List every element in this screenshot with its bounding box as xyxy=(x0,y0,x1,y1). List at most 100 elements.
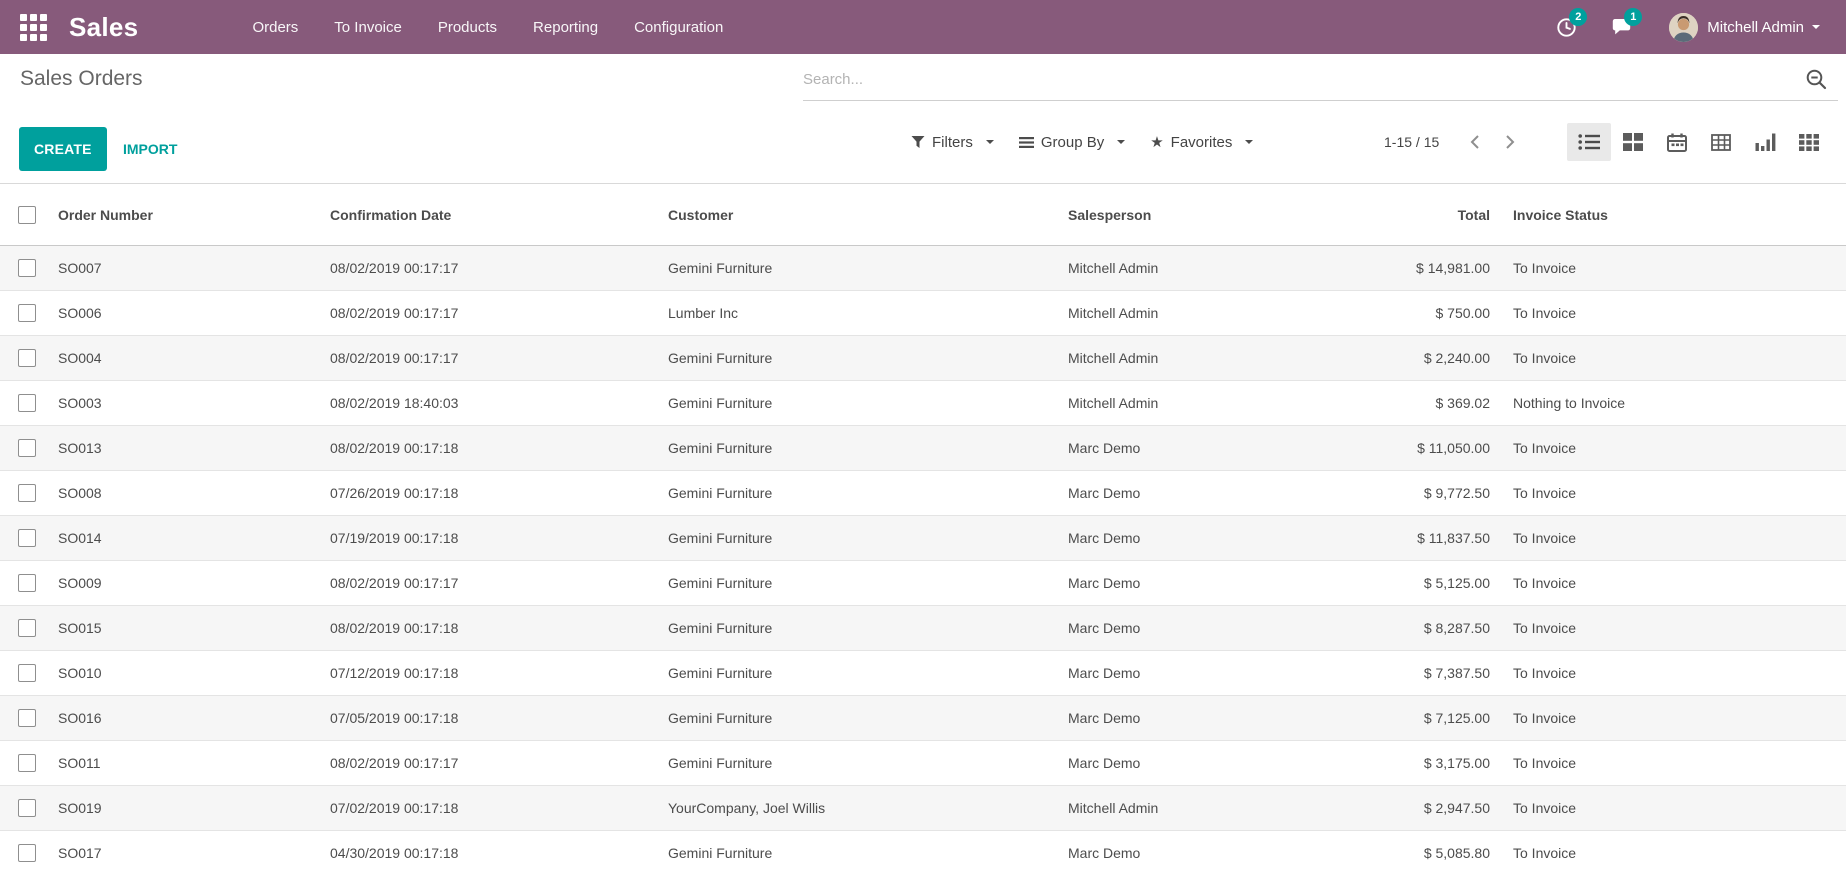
row-checkbox[interactable] xyxy=(18,754,36,772)
view-switch-activity[interactable] xyxy=(1787,123,1831,161)
table-row[interactable]: SO019 07/02/2019 00:17:18 YourCompany, J… xyxy=(0,786,1846,831)
search-options: Filters Group By ★ Favorites xyxy=(905,101,1259,183)
group-by-dropdown[interactable]: Group By xyxy=(1013,130,1131,155)
group-by-label: Group By xyxy=(1041,134,1104,151)
nav-item-configuration[interactable]: Configuration xyxy=(634,19,723,36)
cell-customer: Gemini Furniture xyxy=(650,336,1050,381)
activities-button[interactable]: 2 xyxy=(1556,17,1577,38)
table-row[interactable]: SO008 07/26/2019 00:17:18 Gemini Furnitu… xyxy=(0,471,1846,516)
table-row[interactable]: SO017 04/30/2019 00:17:18 Gemini Furnitu… xyxy=(0,831,1846,875)
view-switch-list[interactable] xyxy=(1567,123,1611,161)
row-checkbox[interactable] xyxy=(18,394,36,412)
cell-customer: Gemini Furniture xyxy=(650,381,1050,426)
user-menu[interactable]: Mitchell Admin xyxy=(1669,13,1820,42)
table-row[interactable]: SO006 08/02/2019 00:17:17 Lumber Inc Mit… xyxy=(0,291,1846,336)
select-all-checkbox[interactable] xyxy=(18,206,36,224)
nav-item-products[interactable]: Products xyxy=(438,19,497,36)
cell-select xyxy=(0,561,40,606)
view-switch-calendar[interactable] xyxy=(1655,123,1699,161)
table-header-row: Order Number Confirmation Date Customer … xyxy=(0,184,1846,246)
star-icon: ★ xyxy=(1150,135,1163,150)
search-icon[interactable] xyxy=(1805,68,1828,91)
cell-order-number: SO015 xyxy=(40,606,312,651)
column-header-invoice-status[interactable]: Invoice Status xyxy=(1498,184,1846,246)
favorites-dropdown[interactable]: ★ Favorites xyxy=(1144,130,1259,155)
import-button[interactable]: IMPORT xyxy=(113,127,187,171)
view-switch-pivot[interactable] xyxy=(1699,123,1743,161)
table-row[interactable]: SO004 08/02/2019 00:17:17 Gemini Furnitu… xyxy=(0,336,1846,381)
nav-item-orders[interactable]: Orders xyxy=(252,19,298,36)
filters-dropdown[interactable]: Filters xyxy=(905,130,1000,155)
table-row[interactable]: SO015 08/02/2019 00:17:18 Gemini Furnitu… xyxy=(0,606,1846,651)
cell-invoice-status: Nothing to Invoice xyxy=(1498,381,1846,426)
row-checkbox[interactable] xyxy=(18,844,36,862)
app-title[interactable]: Sales xyxy=(69,12,138,43)
cell-select xyxy=(0,381,40,426)
cell-total: $ 5,125.00 xyxy=(1300,561,1498,606)
breadcrumb-row: Sales Orders xyxy=(0,54,1846,101)
cell-confirmation-date: 08/02/2019 00:17:18 xyxy=(312,606,650,651)
cell-select xyxy=(0,516,40,561)
table-row[interactable]: SO013 08/02/2019 00:17:18 Gemini Furnitu… xyxy=(0,426,1846,471)
chevron-down-icon xyxy=(986,140,994,144)
cell-salesperson: Marc Demo xyxy=(1050,561,1300,606)
cell-customer: Gemini Furniture xyxy=(650,606,1050,651)
cell-select xyxy=(0,606,40,651)
cell-salesperson: Mitchell Admin xyxy=(1050,246,1300,291)
row-checkbox[interactable] xyxy=(18,799,36,817)
table-row[interactable]: SO010 07/12/2019 00:17:18 Gemini Furnitu… xyxy=(0,651,1846,696)
row-checkbox[interactable] xyxy=(18,484,36,502)
column-header-total[interactable]: Total xyxy=(1300,184,1498,246)
row-checkbox[interactable] xyxy=(18,304,36,322)
cell-salesperson: Marc Demo xyxy=(1050,831,1300,875)
column-header-order-number[interactable]: Order Number xyxy=(40,184,312,246)
cell-customer: Gemini Furniture xyxy=(650,741,1050,786)
cell-invoice-status: To Invoice xyxy=(1498,426,1846,471)
nav-item-reporting[interactable]: Reporting xyxy=(533,19,598,36)
row-checkbox[interactable] xyxy=(18,349,36,367)
cell-order-number: SO009 xyxy=(40,561,312,606)
row-checkbox[interactable] xyxy=(18,529,36,547)
cell-invoice-status: To Invoice xyxy=(1498,516,1846,561)
row-checkbox[interactable] xyxy=(18,664,36,682)
orders-table: Order Number Confirmation Date Customer … xyxy=(0,184,1846,875)
pager-next-button[interactable] xyxy=(1495,125,1525,159)
column-header-customer[interactable]: Customer xyxy=(650,184,1050,246)
table-row[interactable]: SO003 08/02/2019 18:40:03 Gemini Furnitu… xyxy=(0,381,1846,426)
cell-order-number: SO011 xyxy=(40,741,312,786)
cell-total: $ 8,287.50 xyxy=(1300,606,1498,651)
pager-previous-button[interactable] xyxy=(1459,125,1489,159)
app-menu: Orders To Invoice Products Reporting Con… xyxy=(252,19,723,36)
messages-button[interactable]: 1 xyxy=(1611,17,1633,37)
row-checkbox[interactable] xyxy=(18,574,36,592)
cell-total: $ 14,981.00 xyxy=(1300,246,1498,291)
row-checkbox[interactable] xyxy=(18,619,36,637)
search-input[interactable] xyxy=(803,71,1805,88)
cell-salesperson: Marc Demo xyxy=(1050,651,1300,696)
row-checkbox[interactable] xyxy=(18,259,36,277)
row-checkbox[interactable] xyxy=(18,709,36,727)
table-row[interactable]: SO007 08/02/2019 00:17:17 Gemini Furnitu… xyxy=(0,246,1846,291)
nav-item-to-invoice[interactable]: To Invoice xyxy=(334,19,402,36)
view-switch-graph[interactable] xyxy=(1743,123,1787,161)
orders-table-body: SO007 08/02/2019 00:17:17 Gemini Furnitu… xyxy=(0,246,1846,875)
cell-invoice-status: To Invoice xyxy=(1498,606,1846,651)
row-checkbox[interactable] xyxy=(18,439,36,457)
cell-salesperson: Mitchell Admin xyxy=(1050,336,1300,381)
apps-menu-icon[interactable] xyxy=(20,14,47,41)
table-row[interactable]: SO014 07/19/2019 00:17:18 Gemini Furnitu… xyxy=(0,516,1846,561)
cell-salesperson: Mitchell Admin xyxy=(1050,381,1300,426)
cell-customer: YourCompany, Joel Willis xyxy=(650,786,1050,831)
cell-customer: Gemini Furniture xyxy=(650,516,1050,561)
table-row[interactable]: SO011 08/02/2019 00:17:17 Gemini Furnitu… xyxy=(0,741,1846,786)
table-row[interactable]: SO016 07/05/2019 00:17:18 Gemini Furnitu… xyxy=(0,696,1846,741)
table-row[interactable]: SO009 08/02/2019 00:17:17 Gemini Furnitu… xyxy=(0,561,1846,606)
cell-salesperson: Marc Demo xyxy=(1050,606,1300,651)
pager-range: 1-15 / 15 xyxy=(1384,134,1439,150)
column-header-confirmation-date[interactable]: Confirmation Date xyxy=(312,184,650,246)
group-by-bars-icon xyxy=(1019,136,1034,149)
column-header-salesperson[interactable]: Salesperson xyxy=(1050,184,1300,246)
cell-order-number: SO013 xyxy=(40,426,312,471)
view-switch-kanban[interactable] xyxy=(1611,123,1655,161)
create-button[interactable]: CREATE xyxy=(19,127,107,171)
